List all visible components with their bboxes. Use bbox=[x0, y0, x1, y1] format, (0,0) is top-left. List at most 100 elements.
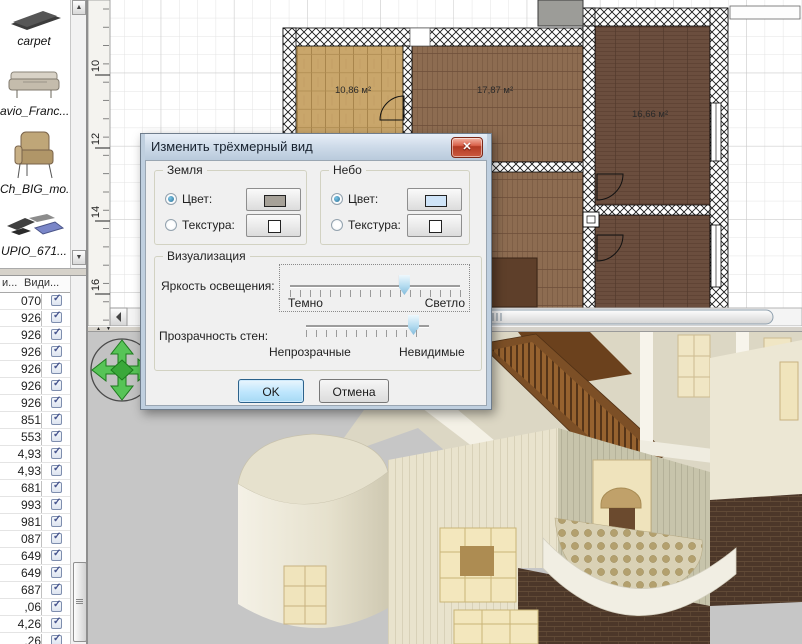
catalog-item-armchair[interactable]: Ch_BIG_mo... bbox=[0, 126, 68, 196]
sky-color-radio[interactable] bbox=[331, 193, 343, 205]
sky-texture-button[interactable] bbox=[407, 214, 462, 237]
visible-checkbox[interactable] bbox=[51, 363, 62, 374]
brightness-slider-track[interactable] bbox=[290, 285, 460, 288]
ground-color-button[interactable] bbox=[246, 188, 301, 211]
armchair-thumbnail-icon bbox=[3, 126, 65, 182]
wall-top-left[interactable] bbox=[283, 28, 595, 46]
plan-gray-structure[interactable] bbox=[538, 0, 583, 26]
catalog-table-splitter[interactable] bbox=[0, 268, 86, 276]
catalog-item-sofa[interactable]: avio_Franc... bbox=[0, 58, 68, 118]
visible-checkbox[interactable] bbox=[51, 550, 62, 561]
visible-checkbox[interactable] bbox=[51, 329, 62, 340]
dialog-title-bar[interactable]: Изменить трёхмерный вид bbox=[145, 134, 487, 160]
sky-color-button[interactable] bbox=[407, 188, 462, 211]
ground-color-label[interactable]: Цвет: bbox=[182, 192, 212, 206]
table-row[interactable]: 981 bbox=[0, 514, 70, 531]
visible-checkbox[interactable] bbox=[51, 584, 62, 595]
column-header-visible[interactable]: Види... bbox=[24, 277, 59, 289]
table-row[interactable]: 926 bbox=[0, 378, 70, 395]
table-row[interactable]: 553 bbox=[0, 429, 70, 446]
ground-texture-label[interactable]: Текстура: bbox=[182, 218, 235, 232]
row-value: 087 bbox=[0, 532, 42, 547]
table-row[interactable]: 926 bbox=[0, 344, 70, 361]
ground-texture-button[interactable] bbox=[246, 214, 301, 237]
table-row[interactable]: ,06 bbox=[0, 599, 70, 616]
visible-checkbox[interactable] bbox=[51, 346, 62, 357]
right-wall-window bbox=[780, 362, 798, 420]
table-row[interactable]: 851 bbox=[0, 412, 70, 429]
visible-checkbox[interactable] bbox=[51, 567, 62, 578]
wall-interior-2[interactable] bbox=[583, 26, 595, 310]
visible-checkbox[interactable] bbox=[51, 482, 62, 493]
visible-checkbox[interactable] bbox=[51, 465, 62, 476]
sofa-thumbnail-icon bbox=[3, 58, 65, 104]
table-row[interactable]: 4,26 bbox=[0, 616, 70, 633]
table-row[interactable]: 926 bbox=[0, 327, 70, 344]
room-area-label: 10,86 м² bbox=[335, 85, 371, 96]
sky-texture-radio[interactable] bbox=[331, 219, 343, 231]
visible-checkbox[interactable] bbox=[51, 414, 62, 425]
close-icon[interactable] bbox=[451, 137, 483, 158]
visible-checkbox[interactable] bbox=[51, 295, 62, 306]
right-brick-wall bbox=[710, 494, 802, 606]
visible-checkbox[interactable] bbox=[51, 601, 62, 612]
door-opening-top[interactable] bbox=[410, 28, 430, 46]
room-floor-dark-wood-2[interactable] bbox=[595, 215, 710, 310]
column-header-name[interactable]: и... bbox=[2, 277, 17, 289]
ok-button[interactable]: OK bbox=[238, 379, 304, 403]
row-value: 993 bbox=[0, 498, 42, 513]
table-row[interactable]: 649 bbox=[0, 548, 70, 565]
wall-top-right[interactable] bbox=[583, 8, 728, 26]
visible-checkbox[interactable] bbox=[51, 312, 62, 323]
table-row[interactable]: 4,93 bbox=[0, 463, 70, 480]
visible-checkbox[interactable] bbox=[51, 448, 62, 459]
sky-group-label: Небо bbox=[329, 163, 366, 177]
table-scrollbar[interactable] bbox=[70, 276, 87, 644]
brightness-slider[interactable]: Темно Светло bbox=[279, 264, 470, 312]
splitter-up-icon[interactable]: ▲ bbox=[96, 327, 101, 331]
table-row[interactable]: 926 bbox=[0, 310, 70, 327]
table-row[interactable]: 070 bbox=[0, 293, 70, 310]
catalog-item-glasses[interactable]: UPIO_671... bbox=[0, 204, 68, 258]
table-row[interactable]: 993 bbox=[0, 497, 70, 514]
furniture-table-header[interactable]: и... Види... bbox=[0, 276, 70, 293]
visible-checkbox[interactable] bbox=[51, 380, 62, 391]
plan-pillar-core bbox=[587, 216, 595, 223]
furniture-table[interactable]: и... Види... 070 926 926 bbox=[0, 276, 70, 644]
table-row[interactable]: 926 bbox=[0, 395, 70, 412]
catalog-list[interactable]: carpet avio_Franc... bbox=[0, 0, 70, 268]
visible-checkbox[interactable] bbox=[51, 431, 62, 442]
visible-checkbox[interactable] bbox=[51, 397, 62, 408]
catalog-scrollbar[interactable]: ▲ ▼ bbox=[70, 0, 87, 268]
ground-color-radio[interactable] bbox=[165, 193, 177, 205]
visible-checkbox[interactable] bbox=[51, 499, 62, 510]
scroll-up-icon[interactable]: ▲ bbox=[72, 0, 86, 15]
sky-texture-label[interactable]: Текстура: bbox=[348, 218, 401, 232]
sky-color-label[interactable]: Цвет: bbox=[348, 192, 378, 206]
splitter-down-icon[interactable]: ▼ bbox=[106, 327, 111, 331]
table-row[interactable]: ,26 bbox=[0, 633, 70, 644]
catalog-item-carpet[interactable]: carpet bbox=[0, 0, 68, 48]
visualization-group-label: Визуализация bbox=[163, 249, 250, 263]
table-row[interactable]: 926 bbox=[0, 361, 70, 378]
visible-checkbox[interactable] bbox=[51, 618, 62, 629]
plan-furniture-wardrobe[interactable] bbox=[490, 258, 537, 307]
visible-checkbox[interactable] bbox=[51, 635, 62, 644]
table-row[interactable]: 681 bbox=[0, 480, 70, 497]
ground-color-swatch bbox=[264, 195, 286, 207]
visible-checkbox[interactable] bbox=[51, 533, 62, 544]
cancel-button[interactable]: Отмена bbox=[319, 379, 389, 403]
furniture-catalog-panel: carpet avio_Franc... bbox=[0, 0, 86, 644]
scroll-down-icon[interactable]: ▼ bbox=[72, 250, 86, 265]
table-row[interactable]: 687 bbox=[0, 582, 70, 599]
table-scrollbar-thumb[interactable] bbox=[73, 562, 87, 642]
table-row[interactable]: 4,93 bbox=[0, 446, 70, 463]
table-row[interactable]: 087 bbox=[0, 531, 70, 548]
table-row[interactable]: 649 bbox=[0, 565, 70, 582]
plan-outside-wall[interactable] bbox=[730, 6, 800, 19]
row-value: 851 bbox=[0, 413, 42, 428]
row-value: 681 bbox=[0, 481, 42, 496]
visible-checkbox[interactable] bbox=[51, 516, 62, 527]
ground-texture-radio[interactable] bbox=[165, 219, 177, 231]
wall-interior-4[interactable] bbox=[595, 205, 710, 215]
